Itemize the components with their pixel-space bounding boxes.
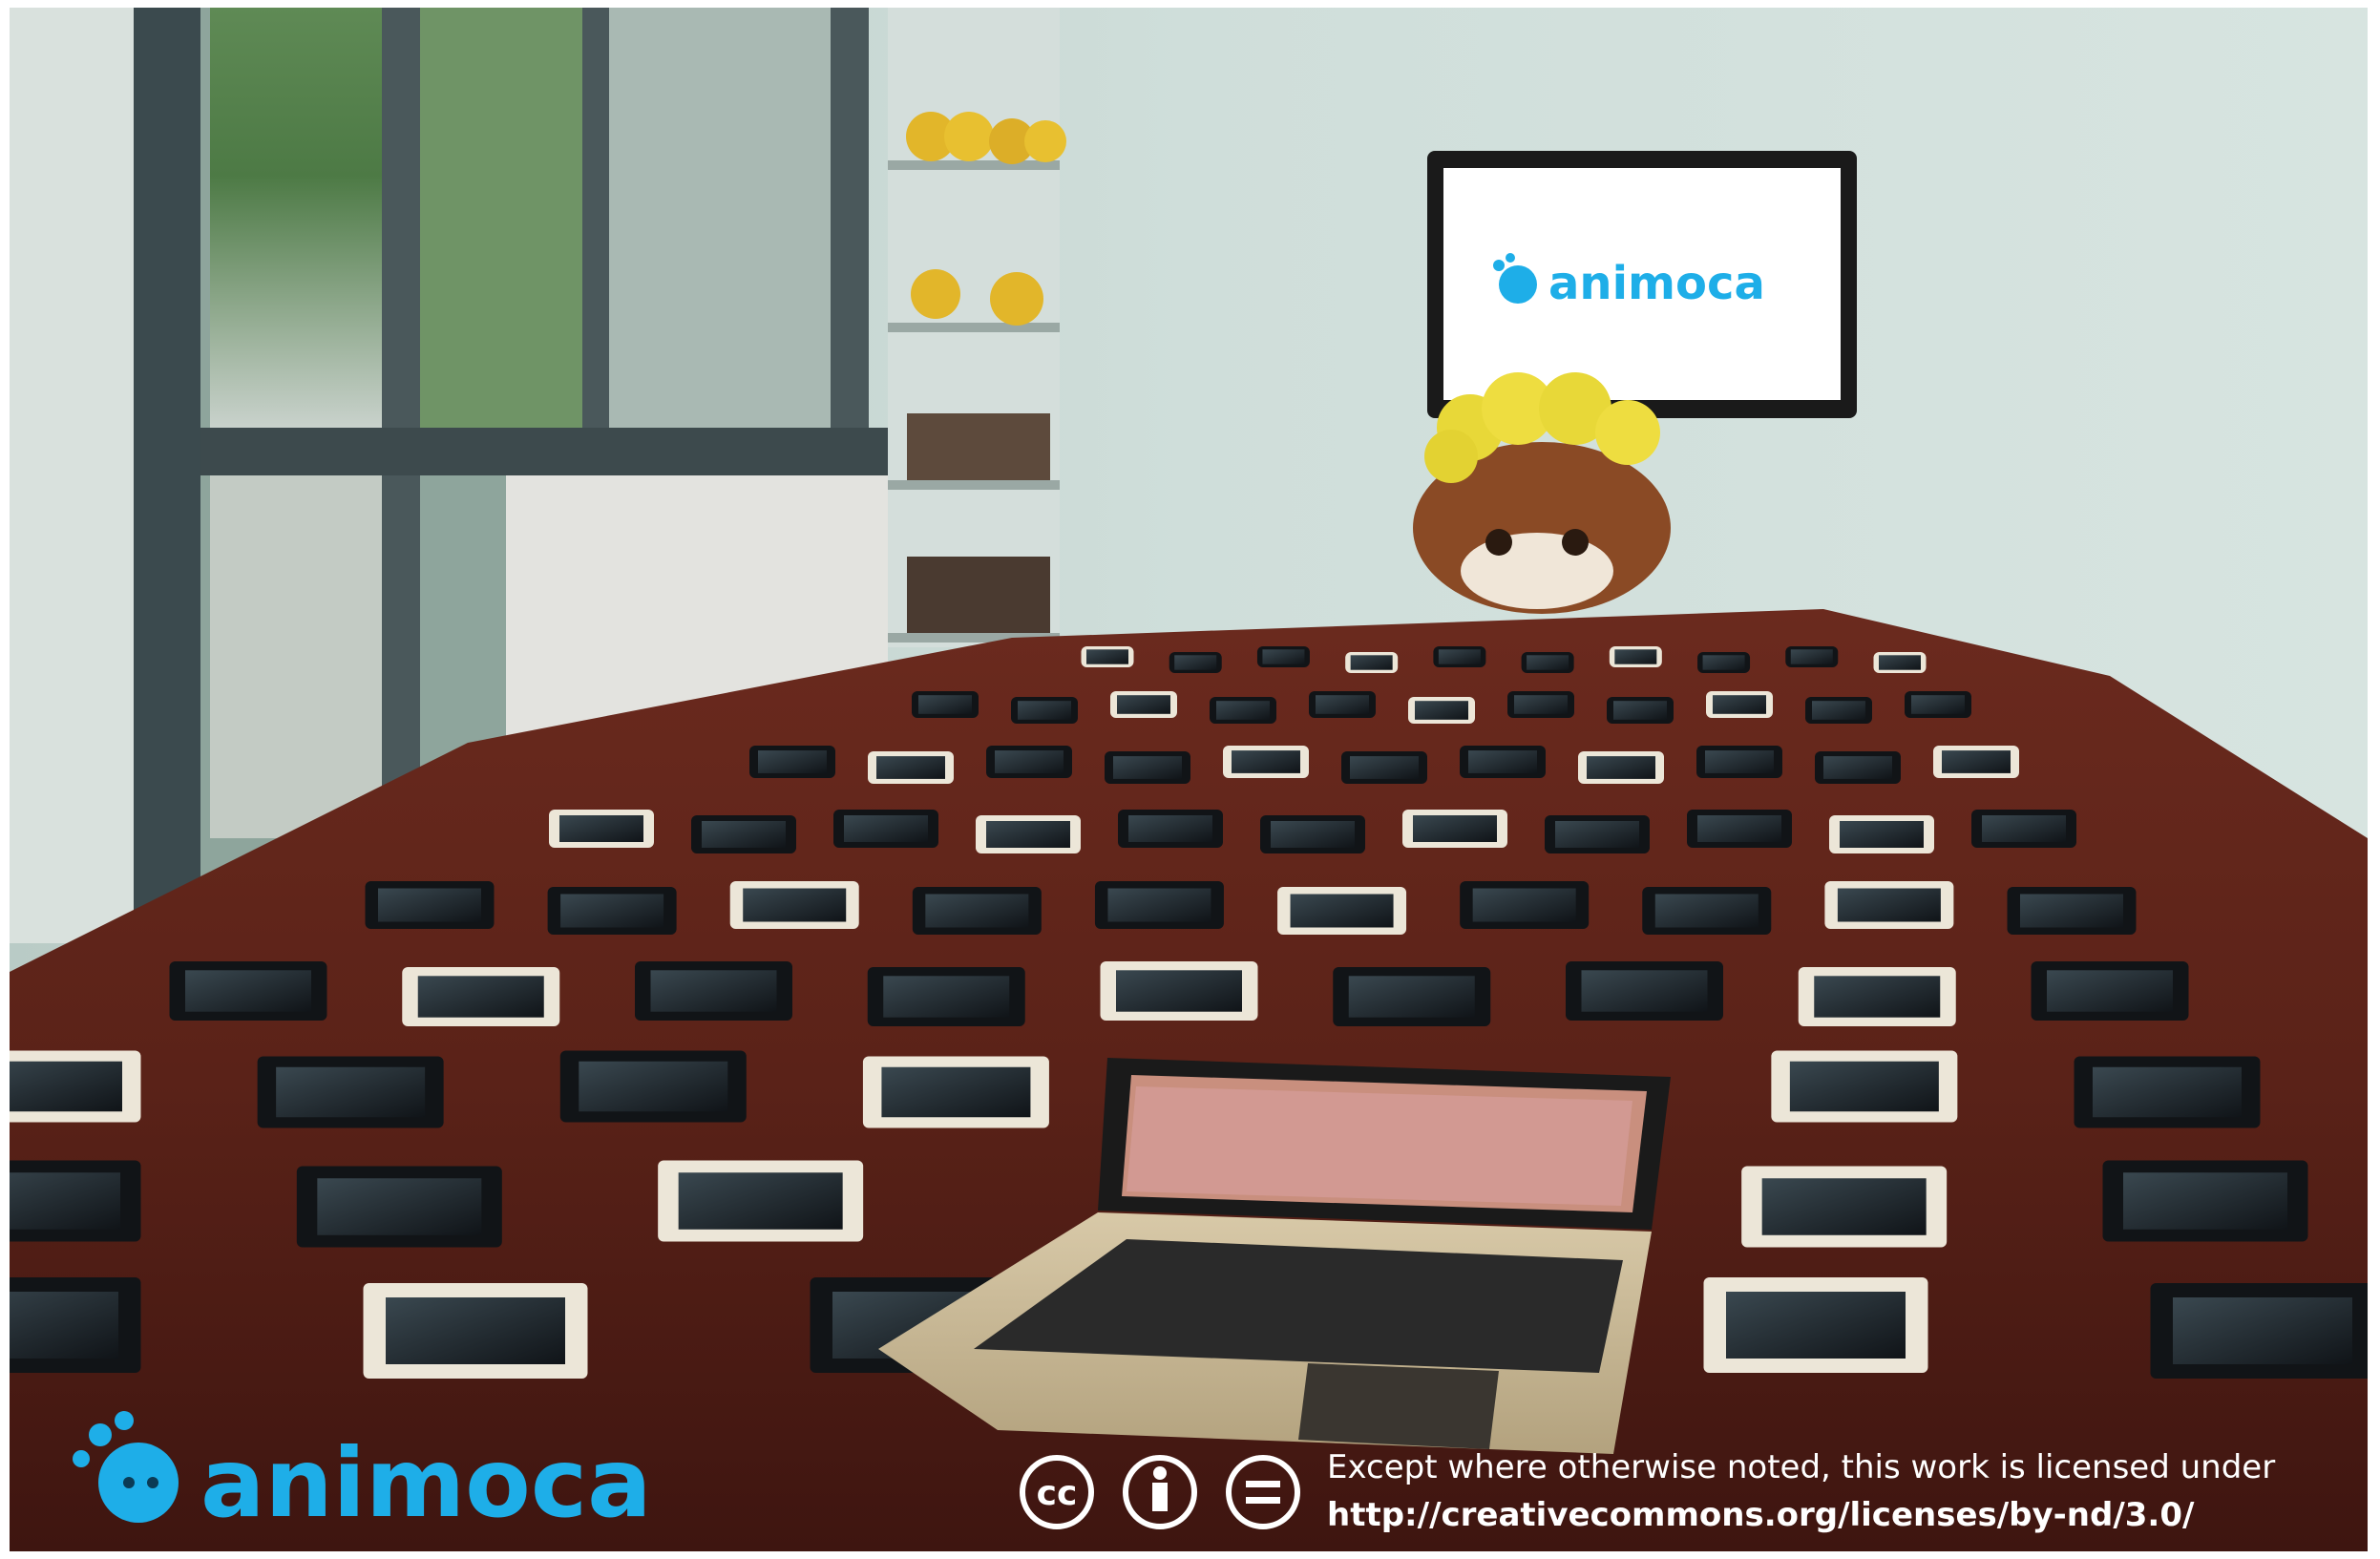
device-screen bbox=[1726, 1292, 1906, 1359]
device-screen bbox=[876, 756, 945, 779]
device-screen bbox=[1581, 970, 1708, 1012]
device-screen bbox=[1911, 695, 1965, 714]
device-screen bbox=[2047, 970, 2173, 1012]
device-screen bbox=[10, 1292, 118, 1359]
tv: animoca bbox=[1427, 151, 1857, 418]
toy-shelf bbox=[888, 8, 1066, 647]
device-screen bbox=[2123, 1172, 2287, 1230]
device-screen bbox=[1879, 655, 1921, 670]
device-screen bbox=[1555, 821, 1639, 848]
device-screen bbox=[1174, 655, 1217, 670]
device-screen bbox=[1942, 750, 2011, 773]
device-screen bbox=[1316, 695, 1369, 714]
device-screen bbox=[1018, 701, 1071, 720]
device-screen bbox=[1468, 750, 1537, 773]
device-screen bbox=[560, 894, 664, 928]
device-screen bbox=[743, 888, 847, 922]
device-screen bbox=[1713, 695, 1766, 714]
device-screen bbox=[1290, 894, 1394, 928]
device-screen bbox=[1113, 756, 1182, 779]
device-screen bbox=[1348, 976, 1475, 1018]
device-screen bbox=[1216, 701, 1270, 720]
device-screen bbox=[1702, 655, 1745, 670]
device-screen bbox=[1472, 888, 1576, 922]
device-screen bbox=[1982, 815, 2066, 842]
device-screen bbox=[276, 1066, 426, 1118]
device-screen bbox=[1232, 750, 1300, 773]
license-line-1: Except where otherwise noted, this work … bbox=[1327, 1448, 2275, 1486]
device-screen bbox=[1614, 649, 1657, 664]
photo-scene: animoca animoca cc Except where otherwis… bbox=[10, 8, 2368, 1551]
device-screen bbox=[702, 821, 786, 848]
device-screen bbox=[1086, 649, 1128, 664]
device-screen bbox=[1350, 655, 1393, 670]
device-screen bbox=[378, 888, 481, 922]
mascot-plush bbox=[1413, 372, 1671, 614]
photo: animoca animoca cc Except where otherwis… bbox=[10, 8, 2368, 1551]
device-screen bbox=[1413, 815, 1497, 842]
device-screen bbox=[758, 750, 827, 773]
device-screen bbox=[386, 1297, 565, 1364]
device-screen bbox=[1350, 756, 1419, 779]
device-screen bbox=[1823, 756, 1892, 779]
device-screen bbox=[1705, 750, 1774, 773]
device-screen bbox=[881, 1066, 1031, 1118]
device-screen bbox=[1107, 888, 1211, 922]
device-screen bbox=[1812, 701, 1865, 720]
device-screen bbox=[559, 815, 643, 842]
device-screen bbox=[1654, 894, 1759, 928]
device-screen bbox=[918, 695, 972, 714]
license-line-2: http://creativecommons.org/licenses/by-n… bbox=[1327, 1496, 2195, 1534]
device-screen bbox=[2173, 1297, 2352, 1364]
device-screen bbox=[2093, 1066, 2242, 1118]
device-screen bbox=[317, 1178, 482, 1235]
device-screen bbox=[2020, 894, 2123, 928]
device-screen bbox=[579, 1061, 728, 1112]
device-screen bbox=[1262, 649, 1305, 664]
device-screen bbox=[417, 976, 544, 1018]
device-screen bbox=[995, 750, 1064, 773]
device-screen bbox=[986, 821, 1070, 848]
device-screen bbox=[1790, 649, 1833, 664]
device-screen bbox=[1271, 821, 1355, 848]
device-screen bbox=[1514, 695, 1568, 714]
device-screen bbox=[1840, 821, 1924, 848]
device-screen bbox=[1697, 815, 1781, 842]
watermark-logo-text: animoca bbox=[200, 1427, 652, 1539]
device-screen bbox=[185, 970, 311, 1012]
device-screen bbox=[1587, 756, 1655, 779]
device-screen bbox=[1116, 970, 1242, 1012]
device-screen bbox=[1117, 695, 1170, 714]
tv-logo-text: animoca bbox=[1548, 257, 1765, 310]
device-screen bbox=[1789, 1061, 1939, 1112]
device-screen bbox=[1438, 649, 1481, 664]
device-screen bbox=[844, 815, 928, 842]
device-screen bbox=[1128, 815, 1212, 842]
svg-text:cc: cc bbox=[1037, 1474, 1078, 1513]
device-screen bbox=[1761, 1178, 1927, 1235]
device-screen bbox=[10, 1061, 122, 1112]
device-screen bbox=[1814, 976, 1941, 1018]
device-screen bbox=[678, 1172, 843, 1230]
device-screen bbox=[1613, 701, 1667, 720]
device-screen bbox=[1527, 655, 1569, 670]
device-screen bbox=[1837, 888, 1941, 922]
device-screen bbox=[883, 976, 1010, 1018]
device-screen bbox=[925, 894, 1029, 928]
device-screen bbox=[10, 1172, 120, 1230]
device-screen bbox=[650, 970, 777, 1012]
device-screen bbox=[1415, 701, 1468, 720]
